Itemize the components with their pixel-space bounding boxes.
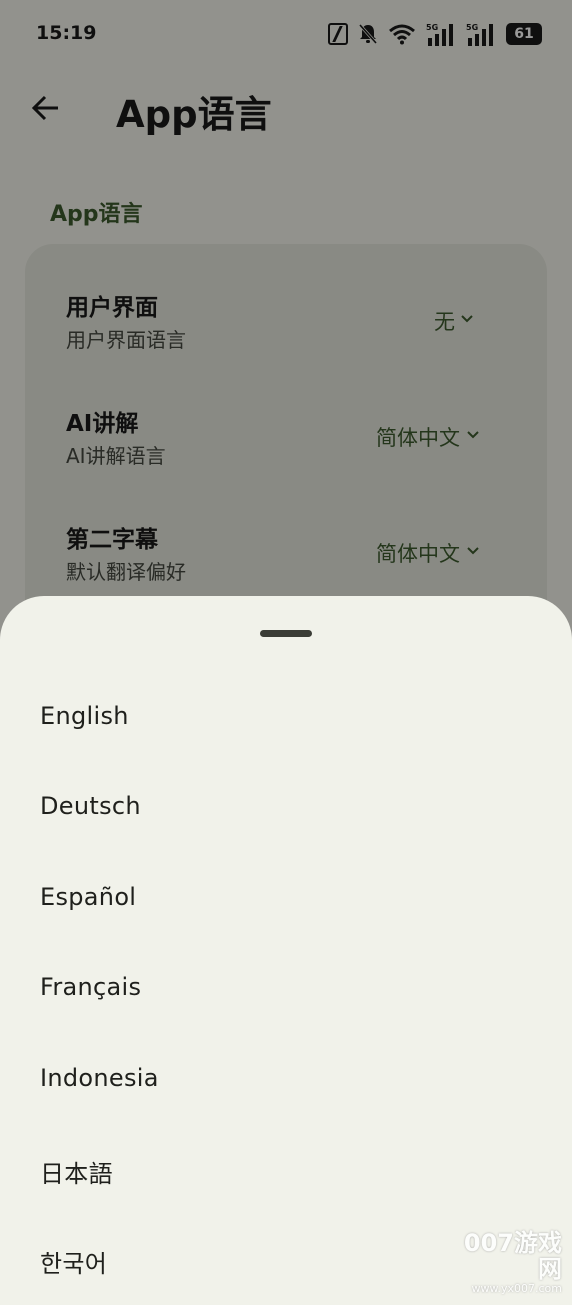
language-option-deutsch[interactable]: Deutsch [0, 762, 572, 852]
language-option-japanese[interactable]: 日本語 [0, 1124, 572, 1214]
watermark-url: www.yx007.com [471, 1282, 562, 1295]
language-label: English [40, 702, 129, 730]
language-option-indonesia[interactable]: Indonesia [0, 1034, 572, 1124]
language-label: Indonesia [40, 1063, 159, 1092]
language-label: Español [40, 882, 137, 911]
language-label: Deutsch [40, 792, 141, 821]
drag-handle[interactable] [260, 630, 312, 637]
language-list: English Deutsch Español Français Indones… [0, 672, 572, 1305]
language-option-espanol[interactable]: Español [0, 853, 572, 943]
watermark-logo: 007游戏网 [463, 1229, 562, 1283]
language-label: 日本語 [40, 1159, 113, 1188]
language-option-english[interactable]: English [0, 672, 572, 762]
language-label: 한국어 [40, 1250, 108, 1279]
language-option-francais[interactable]: Français [0, 943, 572, 1033]
watermark: 007游戏网 www.yx007.com [442, 1230, 562, 1295]
language-label: Français [40, 973, 142, 1002]
language-bottom-sheet: English Deutsch Español Français Indones… [0, 596, 572, 1296]
